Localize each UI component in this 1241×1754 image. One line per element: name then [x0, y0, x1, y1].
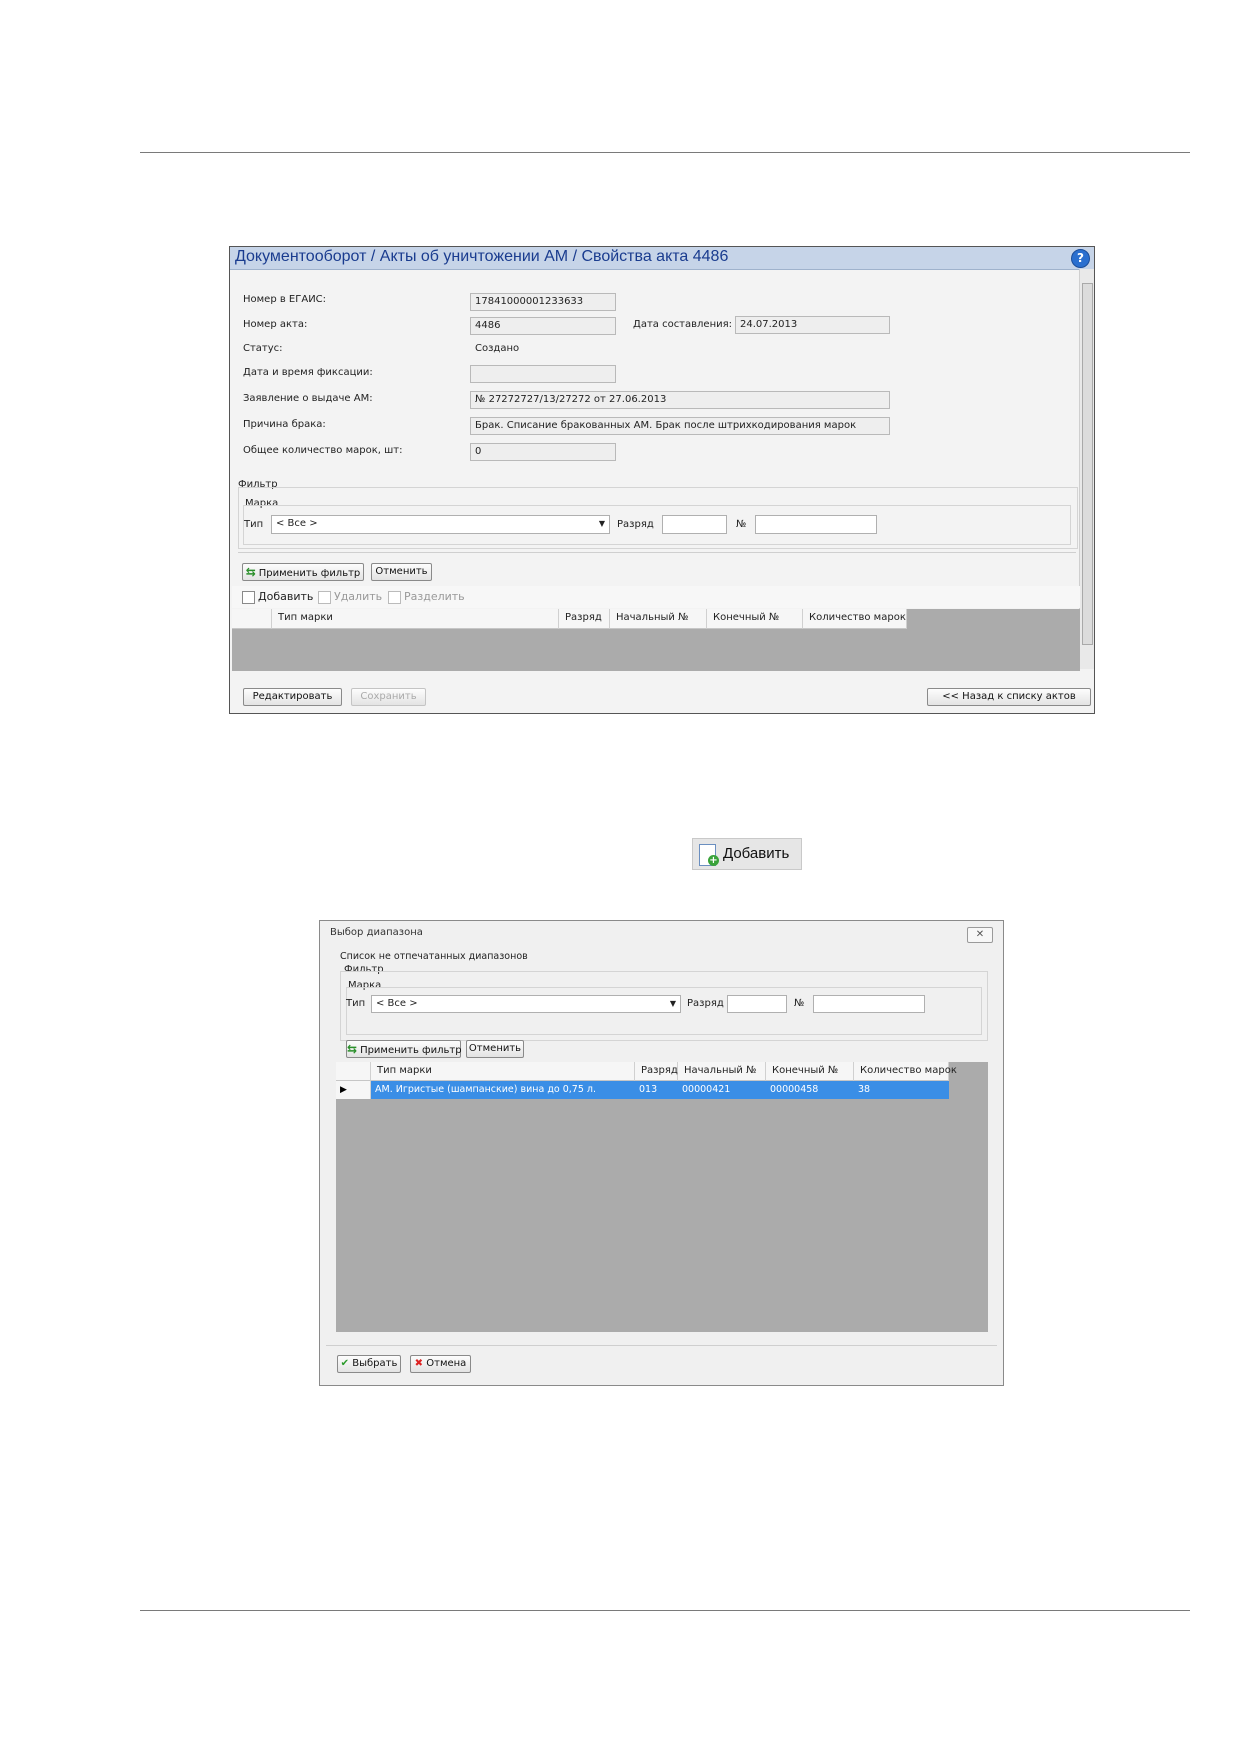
column-header[interactable]: Разряд — [635, 1062, 678, 1081]
apply-filter-label: Применить фильтр — [360, 1045, 462, 1056]
select-button[interactable]: ✔ Выбрать — [337, 1355, 401, 1373]
egais-number-field[interactable]: 17841000001233633 — [470, 293, 616, 311]
number-label: № — [736, 519, 747, 530]
fix-datetime-label: Дата и время фиксации: — [243, 367, 373, 378]
status-label: Статус: — [243, 343, 283, 354]
ranges-grid[interactable]: Тип марки Разряд Начальный № Конечный № … — [336, 1062, 988, 1332]
bottom-divider — [140, 1610, 1190, 1611]
reason-field[interactable]: Брак. Списание бракованных АМ. Брак посл… — [470, 417, 890, 435]
rank-input[interactable] — [662, 515, 727, 534]
add-icon — [242, 590, 255, 604]
egais-number-label: Номер в ЕГАИС: — [243, 294, 327, 305]
date-field[interactable]: 24.07.2013 — [735, 316, 890, 334]
edit-button[interactable]: Редактировать — [243, 688, 342, 706]
total-marks-label: Общее количество марок, шт: — [243, 445, 403, 456]
refresh-icon: ⇆ — [245, 565, 256, 579]
rank-input[interactable] — [727, 995, 787, 1013]
rank-label: Разряд — [617, 519, 654, 530]
help-icon[interactable]: ? — [1071, 249, 1090, 268]
total-marks-field[interactable]: 0 — [470, 443, 616, 461]
add-toolbar-label: Добавить — [258, 590, 314, 603]
window-title-bar: Документооборот / Акты об уничтожении АМ… — [230, 247, 1094, 270]
cancel-button[interactable]: ✖ Отмена — [410, 1355, 471, 1373]
column-header[interactable]: Конечный № — [707, 609, 803, 629]
table-row[interactable]: АМ. Игристые (шампанские) вина до 0,75 л… — [371, 1081, 949, 1099]
column-header[interactable]: Конечный № — [766, 1062, 854, 1081]
type-select[interactable]: < Все > ▼ — [371, 995, 681, 1013]
act-number-field[interactable]: 4486 — [470, 317, 616, 335]
act-number-label: Номер акта: — [243, 319, 308, 330]
window-title: Документооборот / Акты об уничтожении АМ… — [235, 248, 729, 265]
back-to-list-button[interactable]: << Назад к списку актов — [927, 688, 1091, 706]
marks-grid[interactable]: Тип марки Разряд Начальный № Конечный № … — [232, 609, 1080, 671]
cancel-button-label: Отмена — [426, 1358, 467, 1369]
cancel-filter-button[interactable]: Отменить — [466, 1040, 524, 1058]
reason-label: Причина брака: — [243, 419, 326, 430]
check-icon: ✔ — [340, 1358, 350, 1369]
cell-count: 38 — [858, 1084, 871, 1095]
rank-label: Разряд — [687, 998, 724, 1009]
column-header[interactable]: Количество марок — [803, 609, 907, 629]
number-input[interactable] — [755, 515, 877, 534]
close-icon: ✖ — [414, 1358, 424, 1369]
apply-filter-button[interactable]: ⇆ Применить фильтр — [346, 1040, 462, 1058]
apply-filter-button[interactable]: ⇆ Применить фильтр — [242, 563, 364, 581]
footer-divider — [326, 1345, 997, 1346]
unprinted-list-label: Список не отпечатанных диапазонов — [340, 951, 528, 962]
status-field: Создано — [475, 343, 520, 354]
number-input[interactable] — [813, 995, 925, 1013]
add-toolbar-button[interactable]: Добавить — [242, 590, 313, 604]
cell-type: АМ. Игристые (шампанские) вина до 0,75 л… — [375, 1084, 596, 1095]
type-label: Тип — [244, 519, 264, 530]
column-header[interactable]: Количество марок — [854, 1062, 957, 1081]
delete-toolbar-button[interactable]: Удалить — [318, 590, 382, 604]
filter-divider — [238, 552, 1076, 553]
column-header[interactable]: Разряд — [559, 609, 610, 629]
cancel-filter-button[interactable]: Отменить — [371, 563, 432, 581]
chevron-down-icon[interactable]: ▼ — [599, 519, 605, 528]
chevron-down-icon[interactable]: ▼ — [670, 999, 676, 1008]
split-toolbar-button[interactable]: Разделить — [388, 590, 465, 604]
range-selection-dialog: Выбор диапазона ✕ Список не отпечатанных… — [319, 920, 1004, 1386]
column-header[interactable]: Тип марки — [371, 1062, 635, 1081]
apply-filter-label: Применить фильтр — [258, 568, 361, 579]
column-header[interactable]: Тип марки — [272, 609, 559, 629]
row-header-cell — [336, 1062, 371, 1081]
number-label: № — [794, 998, 805, 1009]
dialog-title: Выбор диапазона — [330, 927, 423, 938]
row-selector-icon[interactable]: ▶ — [336, 1081, 371, 1099]
application-field[interactable]: № 27272727/13/27272 от 27.06.2013 — [470, 391, 890, 409]
column-header[interactable]: Начальный № — [678, 1062, 766, 1081]
cell-rank: 013 — [639, 1084, 658, 1095]
delete-icon — [318, 590, 331, 604]
fix-datetime-field[interactable] — [470, 365, 616, 383]
row-header-cell — [232, 609, 272, 629]
delete-toolbar-label: Удалить — [334, 590, 383, 603]
add-button-sample-label: Добавить — [723, 845, 790, 862]
type-select-value: < Все > — [276, 518, 318, 529]
cell-end: 00000458 — [770, 1084, 819, 1095]
act-properties-window: Документооборот / Акты об уничтожении АМ… — [229, 246, 1095, 714]
type-label: Тип — [346, 998, 366, 1009]
select-button-label: Выбрать — [352, 1358, 398, 1369]
scrollbar-thumb[interactable] — [1082, 283, 1093, 645]
type-select[interactable]: < Все > ▼ — [271, 515, 610, 534]
date-label: Дата составления: — [633, 319, 732, 330]
save-button[interactable]: Сохранить — [351, 688, 426, 706]
application-label: Заявление о выдаче АМ: — [243, 393, 373, 404]
dialog-title-bar: Выбор диапазона ✕ — [320, 921, 1003, 945]
refresh-icon: ⇆ — [347, 1042, 358, 1056]
cell-start: 00000421 — [682, 1084, 731, 1095]
add-button-sample[interactable]: + Добавить — [692, 838, 802, 870]
close-icon[interactable]: ✕ — [967, 927, 993, 943]
top-divider — [140, 152, 1190, 153]
vertical-scrollbar[interactable] — [1079, 269, 1094, 669]
split-icon — [388, 590, 401, 604]
split-toolbar-label: Разделить — [404, 590, 465, 603]
type-select-value: < Все > — [376, 998, 418, 1009]
column-header[interactable]: Начальный № — [610, 609, 707, 629]
plus-icon: + — [708, 855, 719, 866]
